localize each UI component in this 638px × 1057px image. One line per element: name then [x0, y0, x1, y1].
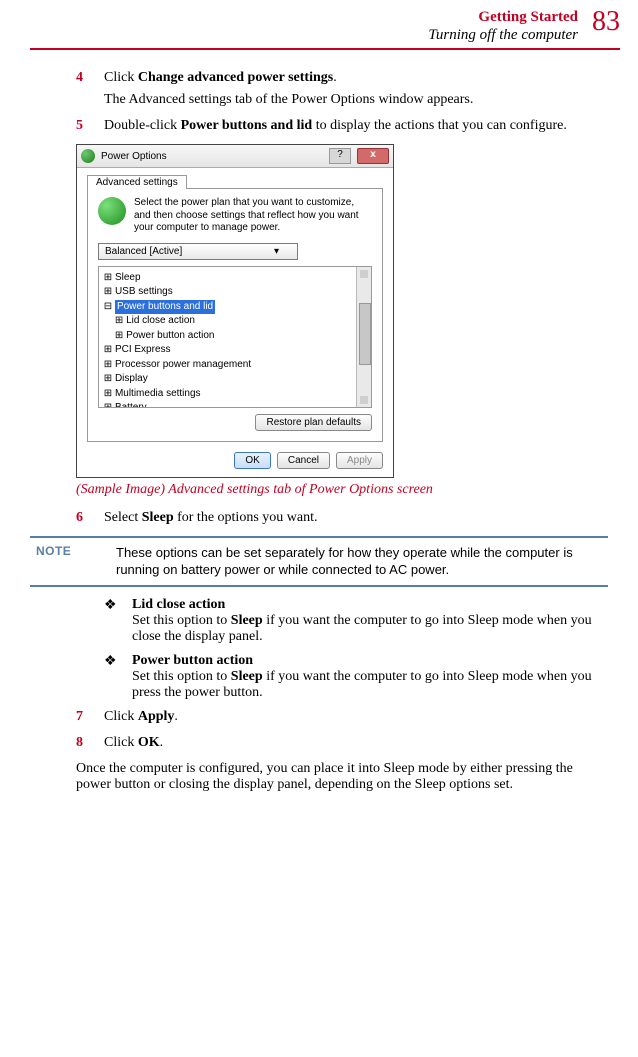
tab-panel: Select the power plan that you want to c…	[87, 188, 383, 442]
tree-subitem[interactable]: ⊞ Lid close action	[101, 314, 369, 329]
diamond-bullet-icon: ❖	[104, 653, 118, 701]
tree-item[interactable]: ⊞ Processor power management	[101, 358, 369, 373]
step-text: Click	[104, 709, 138, 724]
ui-ref: Apply	[138, 709, 175, 724]
step-text: .	[333, 70, 337, 85]
ui-ref: Power buttons and lid	[181, 118, 313, 133]
tree-item[interactable]: ⊞ PCI Express	[101, 343, 369, 358]
settings-tree[interactable]: ⊞ Sleep ⊞ USB settings ⊟ Power buttons a…	[98, 266, 372, 408]
note-text: These options can be set separately for …	[116, 544, 608, 579]
intro-text: Select the power plan that you want to c…	[134, 197, 372, 235]
apply-button[interactable]: Apply	[336, 452, 383, 469]
tree-item[interactable]: ⊞ USB settings	[101, 285, 369, 300]
step-number: 6	[76, 510, 90, 526]
diamond-bullet-icon: ❖	[104, 597, 118, 645]
step-7: 7 Click Apply.	[76, 709, 608, 725]
step-text: Select	[104, 510, 142, 525]
scrollbar[interactable]	[356, 267, 371, 407]
step-number: 4	[76, 70, 90, 86]
section-title: Getting Started	[428, 8, 578, 26]
window-titlebar: Power Options ? x	[77, 145, 393, 168]
header-rule	[30, 48, 620, 50]
window-title: Power Options	[101, 151, 323, 162]
image-caption: (Sample Image) Advanced settings tab of …	[76, 482, 608, 498]
ok-button[interactable]: OK	[234, 452, 270, 469]
bullet-title: Power button action	[132, 653, 253, 668]
bullet-text: Set this option to	[132, 613, 231, 628]
note-label: NOTE	[36, 544, 92, 558]
step-8: 8 Click OK.	[76, 735, 608, 751]
ui-ref: Sleep	[142, 510, 174, 525]
section-subtitle: Turning off the computer	[428, 26, 578, 44]
tree-item[interactable]: ⊞ Multimedia settings	[101, 387, 369, 402]
step-number: 7	[76, 709, 90, 725]
tree-subitem[interactable]: ⊞ Power button action	[101, 329, 369, 344]
chevron-down-icon: ▾	[274, 246, 279, 257]
step-text: Click	[104, 70, 138, 85]
help-button[interactable]: ?	[329, 148, 351, 164]
step-6: 6 Select Sleep for the options you want.	[76, 510, 608, 526]
close-button[interactable]: x	[357, 148, 389, 164]
page-header: Getting Started Turning off the computer…	[30, 8, 620, 50]
step-text: .	[160, 735, 164, 750]
power-icon	[98, 197, 126, 225]
tab-advanced-settings[interactable]: Advanced settings	[87, 175, 187, 189]
tree-item[interactable]: ⊞ Battery	[101, 401, 369, 408]
bullet-title: Lid close action	[132, 597, 225, 612]
step-text: .	[174, 709, 178, 724]
cancel-button[interactable]: Cancel	[277, 452, 330, 469]
step-number: 8	[76, 735, 90, 751]
ui-ref: Sleep	[231, 669, 263, 684]
ui-ref: Change advanced power settings	[138, 70, 333, 85]
sample-screenshot: Power Options ? x Advanced settings Sele…	[76, 144, 394, 478]
step-text: for the options you want.	[174, 510, 318, 525]
plan-dropdown[interactable]: Balanced [Active] ▾	[98, 243, 298, 260]
page-number: 83	[592, 8, 620, 36]
bullet-power-button: ❖ Power button action Set this option to…	[104, 653, 608, 701]
bullet-text: Set this option to	[132, 669, 231, 684]
closing-paragraph: Once the computer is configured, you can…	[76, 761, 608, 793]
tree-item[interactable]: ⊞ Sleep	[101, 271, 369, 286]
app-icon	[81, 149, 95, 163]
step-text: Double-click	[104, 118, 181, 133]
step-explanation: The Advanced settings tab of the Power O…	[104, 92, 608, 108]
bullet-lid-close: ❖ Lid close action Set this option to Sl…	[104, 597, 608, 645]
step-number: 5	[76, 118, 90, 134]
ui-ref: OK	[138, 735, 160, 750]
tree-item[interactable]: ⊞ Display	[101, 372, 369, 387]
step-5: 5 Double-click Power buttons and lid to …	[76, 118, 608, 134]
restore-defaults-button[interactable]: Restore plan defaults	[255, 414, 372, 431]
step-text: Click	[104, 735, 138, 750]
ui-ref: Sleep	[231, 613, 263, 628]
step-text: to display the actions that you can conf…	[312, 118, 567, 133]
note-callout: NOTE These options can be set separately…	[30, 536, 608, 587]
plan-selected: Balanced [Active]	[105, 246, 182, 257]
tree-item-selected[interactable]: ⊟ Power buttons and lid	[101, 300, 369, 315]
step-4: 4 Click Change advanced power settings. …	[76, 70, 608, 108]
